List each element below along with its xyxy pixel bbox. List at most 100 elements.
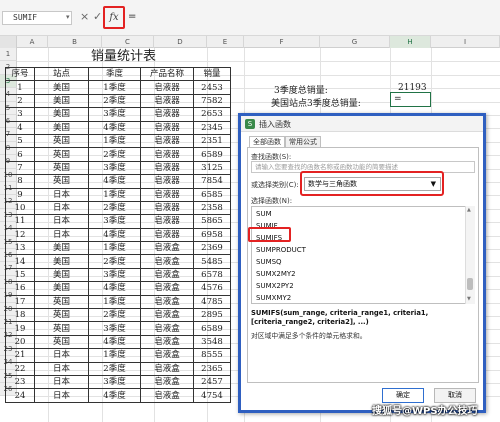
table-cell[interactable]: 英国 bbox=[34, 174, 89, 189]
table-cell[interactable]: 美国 bbox=[34, 120, 89, 135]
table-cell[interactable]: 3548 bbox=[193, 334, 231, 350]
select-all-corner[interactable] bbox=[0, 36, 17, 48]
table-cell[interactable]: 皂液器 bbox=[140, 93, 194, 109]
table-cell[interactable]: 3季度 bbox=[88, 321, 141, 336]
table-cell[interactable]: 2365 bbox=[193, 361, 231, 376]
table-cell[interactable]: 2358 bbox=[193, 200, 231, 216]
table-cell[interactable]: 1季度 bbox=[88, 133, 141, 149]
col-header-d[interactable]: D bbox=[154, 36, 207, 48]
function-item-sumx2py2[interactable]: SUMX2PY2 bbox=[256, 282, 294, 290]
col-header-c[interactable]: C bbox=[102, 36, 154, 48]
cancel-icon[interactable]: × bbox=[80, 10, 89, 23]
col-header-g[interactable]: G bbox=[320, 36, 390, 48]
table-cell[interactable]: 3季度 bbox=[88, 267, 141, 283]
table-cell[interactable]: 24 bbox=[5, 388, 35, 403]
table-cell[interactable]: 13 bbox=[5, 241, 35, 256]
table-cell[interactable]: 21 bbox=[5, 348, 35, 363]
table-cell[interactable]: 皂液器 bbox=[140, 80, 194, 95]
table-cell[interactable]: 皂液盒 bbox=[140, 334, 194, 350]
function-item-sumproduct[interactable]: SUMPRODUCT bbox=[256, 246, 306, 254]
table-cell[interactable]: 皂液器 bbox=[140, 107, 194, 122]
table-cell[interactable]: 皂液盒 bbox=[140, 361, 194, 376]
table-cell[interactable]: 9 bbox=[5, 187, 35, 202]
table-cell[interactable]: 4 bbox=[5, 120, 35, 135]
table-cell[interactable]: 日本 bbox=[34, 388, 89, 403]
ok-button[interactable]: 确定 bbox=[382, 388, 424, 403]
function-list[interactable]: SUM SUMIF SUMIFS SUMPRODUCT SUMSQ SUMX2M… bbox=[251, 206, 475, 304]
table-cell[interactable]: 2453 bbox=[193, 80, 231, 95]
table-cell[interactable]: 2季度 bbox=[88, 308, 141, 323]
table-cell[interactable]: 美国 bbox=[34, 93, 89, 109]
table-cell[interactable]: 12 bbox=[5, 227, 35, 243]
table-header-cell[interactable]: 季度 bbox=[88, 66, 141, 82]
table-cell[interactable]: 11 bbox=[5, 214, 35, 229]
table-cell[interactable]: 19 bbox=[5, 321, 35, 336]
table-cell[interactable]: 美国 bbox=[34, 281, 89, 296]
table-cell[interactable]: 17 bbox=[5, 294, 35, 310]
table-cell[interactable]: 5485 bbox=[193, 254, 231, 269]
table-cell[interactable]: 英国 bbox=[34, 133, 89, 149]
insert-function-button[interactable]: fx bbox=[103, 6, 125, 29]
table-cell[interactable]: 8555 bbox=[193, 348, 231, 363]
table-cell[interactable]: 3 bbox=[5, 107, 35, 122]
table-cell[interactable]: 6578 bbox=[193, 267, 231, 283]
table-cell[interactable]: 1季度 bbox=[88, 80, 141, 95]
col-header-f[interactable]: F bbox=[244, 36, 320, 48]
table-cell[interactable]: 美国 bbox=[34, 254, 89, 269]
table-cell[interactable]: 20 bbox=[5, 334, 35, 350]
table-cell[interactable]: 2457 bbox=[193, 374, 231, 390]
table-cell[interactable]: 3125 bbox=[193, 160, 231, 176]
table-cell[interactable]: 皂液器 bbox=[140, 200, 194, 216]
table-cell[interactable]: 2季度 bbox=[88, 147, 141, 162]
table-cell[interactable]: 日本 bbox=[34, 227, 89, 243]
table-cell[interactable]: 4754 bbox=[193, 388, 231, 403]
table-cell[interactable]: 2351 bbox=[193, 133, 231, 149]
col-header-h[interactable]: H bbox=[390, 36, 431, 48]
table-header-cell[interactable]: 销量 bbox=[193, 66, 231, 82]
table-cell[interactable]: 4785 bbox=[193, 294, 231, 310]
table-cell[interactable]: 14 bbox=[5, 254, 35, 269]
function-item-sumxmy2[interactable]: SUMXMY2 bbox=[256, 294, 291, 302]
table-cell[interactable]: 英国 bbox=[34, 160, 89, 176]
table-cell[interactable]: 18 bbox=[5, 308, 35, 323]
table-cell[interactable]: 15 bbox=[5, 267, 35, 283]
table-cell[interactable]: 皂液盒 bbox=[140, 294, 194, 310]
col-header-e[interactable]: E bbox=[207, 36, 244, 48]
table-cell[interactable]: 3季度 bbox=[88, 107, 141, 122]
table-cell[interactable]: 皂液盒 bbox=[140, 374, 194, 390]
scroll-down-icon[interactable]: ▼ bbox=[467, 296, 471, 302]
table-cell[interactable]: 英国 bbox=[34, 147, 89, 162]
table-cell[interactable]: 皂液盒 bbox=[140, 321, 194, 336]
col-header-b[interactable]: B bbox=[48, 36, 102, 48]
table-cell[interactable]: 1季度 bbox=[88, 187, 141, 202]
col-header-a[interactable]: A bbox=[17, 36, 48, 48]
table-cell[interactable]: 日本 bbox=[34, 187, 89, 202]
scroll-thumb[interactable] bbox=[467, 278, 473, 290]
table-cell[interactable]: 2季度 bbox=[88, 200, 141, 216]
table-cell[interactable]: 2345 bbox=[193, 120, 231, 135]
table-cell[interactable]: 7582 bbox=[193, 93, 231, 109]
table-cell[interactable]: 皂液盒 bbox=[140, 388, 194, 403]
table-cell[interactable]: 日本 bbox=[34, 348, 89, 363]
table-cell[interactable]: 4季度 bbox=[88, 120, 141, 135]
function-item-sumsq[interactable]: SUMSQ bbox=[256, 258, 282, 266]
table-cell[interactable]: 皂液器 bbox=[140, 187, 194, 202]
table-cell[interactable]: 16 bbox=[5, 281, 35, 296]
table-cell[interactable]: 1季度 bbox=[88, 241, 141, 256]
table-header-cell[interactable]: 序号 bbox=[5, 66, 35, 82]
table-cell[interactable]: 2季度 bbox=[88, 361, 141, 376]
table-cell[interactable]: 皂液盒 bbox=[140, 267, 194, 283]
table-cell[interactable]: 2653 bbox=[193, 107, 231, 122]
table-cell[interactable]: 英国 bbox=[34, 294, 89, 310]
table-cell[interactable]: 日本 bbox=[34, 214, 89, 229]
formula-input[interactable]: = bbox=[128, 11, 136, 22]
table-cell[interactable]: 皂液器 bbox=[140, 174, 194, 189]
chevron-down-icon[interactable]: ▾ bbox=[66, 13, 70, 21]
table-cell[interactable]: 日本 bbox=[34, 200, 89, 216]
table-cell[interactable]: 22 bbox=[5, 361, 35, 376]
table-cell[interactable]: 5 bbox=[5, 133, 35, 149]
table-cell[interactable]: 1季度 bbox=[88, 348, 141, 363]
table-cell[interactable]: 皂液盒 bbox=[140, 281, 194, 296]
scroll-up-icon[interactable]: ▲ bbox=[467, 207, 471, 213]
dialog-title-bar[interactable]: S 插入函数 bbox=[241, 116, 483, 132]
